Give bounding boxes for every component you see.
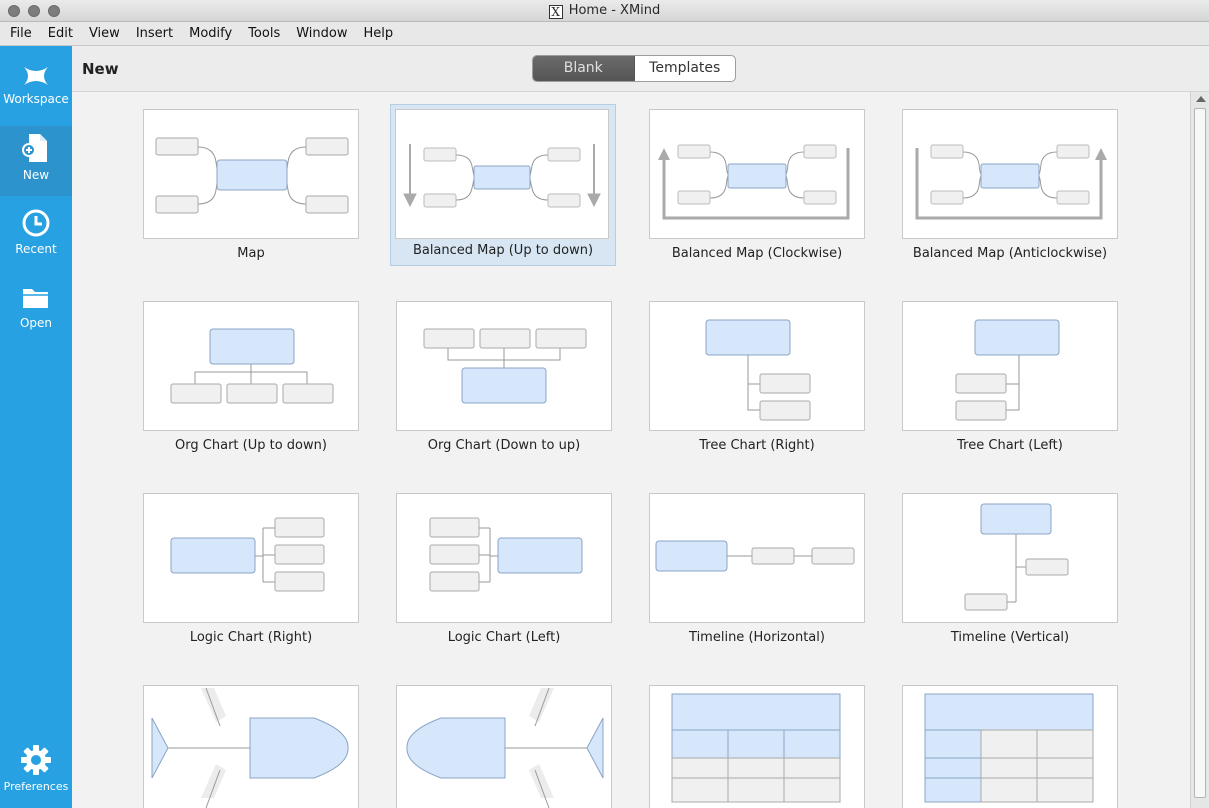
template-label: Timeline (Horizontal) bbox=[689, 630, 825, 645]
sidebar-item-open[interactable]: Open bbox=[0, 284, 72, 330]
menu-window[interactable]: Window bbox=[288, 22, 355, 46]
sidebar-item-recent[interactable]: Recent bbox=[0, 208, 72, 256]
tab-templates[interactable]: Templates bbox=[635, 56, 736, 81]
template-label: Org Chart (Down to up) bbox=[427, 438, 581, 453]
logic-chart-right-thumbnail bbox=[143, 493, 359, 623]
timeline-vertical-thumbnail bbox=[902, 493, 1118, 623]
clock-icon bbox=[22, 209, 50, 237]
sidebar-item-new[interactable]: New bbox=[0, 126, 72, 196]
template-card-fishbone-left[interactable] bbox=[396, 685, 612, 808]
fishbone-left-thumbnail bbox=[396, 685, 612, 808]
window-title: X Home - XMind bbox=[0, 3, 1209, 19]
page-title: New bbox=[82, 60, 119, 78]
xmind-logo-icon bbox=[24, 67, 48, 85]
template-card-org-chart-up-to-down[interactable]: Org Chart (Up to down) bbox=[143, 301, 359, 461]
org-chart-up-to-down-thumbnail bbox=[143, 301, 359, 431]
template-label: Tree Chart (Left) bbox=[957, 438, 1063, 453]
template-card-matrix-row[interactable] bbox=[902, 685, 1118, 808]
app-icon: X bbox=[548, 5, 563, 19]
template-label: Logic Chart (Left) bbox=[447, 630, 561, 645]
menu-bar: File Edit View Insert Modify Tools Window Help bbox=[0, 22, 1209, 46]
template-card-balanced-map-anticlockwise[interactable]: Balanced Map (Anticlockwise) bbox=[902, 109, 1118, 269]
template-card-balanced-map-clockwise[interactable]: Balanced Map (Clockwise) bbox=[649, 109, 865, 269]
tree-chart-right-thumbnail bbox=[649, 301, 865, 431]
menu-file[interactable]: File bbox=[2, 22, 40, 46]
template-label: Balanced Map (Anticlockwise) bbox=[912, 246, 1108, 261]
template-card-fishbone-right[interactable] bbox=[143, 685, 359, 808]
template-card-timeline-horizontal[interactable]: Timeline (Horizontal) bbox=[649, 493, 865, 653]
vertical-scrollbar[interactable] bbox=[1190, 92, 1209, 808]
template-card-balanced-map-up-to-down[interactable]: Balanced Map (Up to down) bbox=[390, 104, 616, 266]
balanced-map-up-to-down-thumbnail bbox=[395, 109, 609, 239]
menu-view[interactable]: View bbox=[81, 22, 128, 46]
template-label: Org Chart (Up to down) bbox=[175, 438, 327, 453]
template-card-timeline-vertical[interactable]: Timeline (Vertical) bbox=[902, 493, 1118, 653]
map-thumbnail bbox=[143, 109, 359, 239]
balanced-map-anticlockwise-thumbnail bbox=[902, 109, 1118, 239]
matrix-column-thumbnail bbox=[649, 685, 865, 808]
tab-blank[interactable]: Blank bbox=[533, 56, 635, 81]
menu-insert[interactable]: Insert bbox=[128, 22, 181, 46]
template-label: Logic Chart (Right) bbox=[189, 630, 313, 645]
template-card-matrix-column[interactable] bbox=[649, 685, 865, 808]
template-card-tree-chart-left[interactable]: Tree Chart (Left) bbox=[902, 301, 1118, 461]
sidebar-item-workspace[interactable]: Workspace bbox=[0, 64, 72, 106]
blank-templates-switch: Blank Templates bbox=[532, 55, 736, 82]
sidebar: Workspace New Recent Open Preferences bbox=[0, 46, 72, 808]
sidebar-item-label: Open bbox=[19, 316, 53, 330]
menu-modify[interactable]: Modify bbox=[181, 22, 240, 46]
menu-tools[interactable]: Tools bbox=[240, 22, 288, 46]
balanced-map-clockwise-thumbnail bbox=[649, 109, 865, 239]
header: New Blank Templates bbox=[72, 46, 1209, 92]
template-label: Map bbox=[237, 246, 265, 261]
template-gallery: Map Balanced Map (Up to down) Balanced M… bbox=[72, 92, 1190, 808]
matrix-row-thumbnail bbox=[902, 685, 1118, 808]
gear-icon bbox=[21, 745, 51, 775]
scroll-up-arrow-icon[interactable] bbox=[1196, 96, 1206, 102]
template-card-tree-chart-right[interactable]: Tree Chart (Right) bbox=[649, 301, 865, 461]
menu-help[interactable]: Help bbox=[355, 22, 401, 46]
sidebar-item-label: Recent bbox=[15, 242, 57, 256]
fishbone-right-thumbnail bbox=[143, 685, 359, 808]
sidebar-item-label: New bbox=[22, 168, 50, 182]
template-label: Balanced Map (Up to down) bbox=[412, 243, 594, 258]
template-label: Balanced Map (Clockwise) bbox=[671, 246, 843, 261]
template-card-logic-chart-left[interactable]: Logic Chart (Left) bbox=[396, 493, 612, 653]
sidebar-item-label: Preferences bbox=[3, 780, 69, 793]
template-label: Tree Chart (Right) bbox=[699, 438, 815, 453]
window-title-text: Home - XMind bbox=[568, 3, 661, 18]
template-card-logic-chart-right[interactable]: Logic Chart (Right) bbox=[143, 493, 359, 653]
menu-edit[interactable]: Edit bbox=[40, 22, 81, 46]
tree-chart-left-thumbnail bbox=[902, 301, 1118, 431]
new-document-icon bbox=[22, 134, 47, 162]
template-card-map[interactable]: Map bbox=[143, 109, 359, 269]
sidebar-item-preferences[interactable]: Preferences bbox=[0, 744, 72, 793]
template-label: Timeline (Vertical) bbox=[950, 630, 1070, 645]
scrollbar-thumb[interactable] bbox=[1194, 108, 1206, 798]
logic-chart-left-thumbnail bbox=[396, 493, 612, 623]
title-bar: X Home - XMind bbox=[0, 0, 1209, 22]
timeline-horizontal-thumbnail bbox=[649, 493, 865, 623]
sidebar-item-label: Workspace bbox=[3, 92, 69, 106]
folder-icon bbox=[23, 289, 48, 308]
template-card-org-chart-down-to-up[interactable]: Org Chart (Down to up) bbox=[396, 301, 612, 461]
org-chart-down-to-up-thumbnail bbox=[396, 301, 612, 431]
